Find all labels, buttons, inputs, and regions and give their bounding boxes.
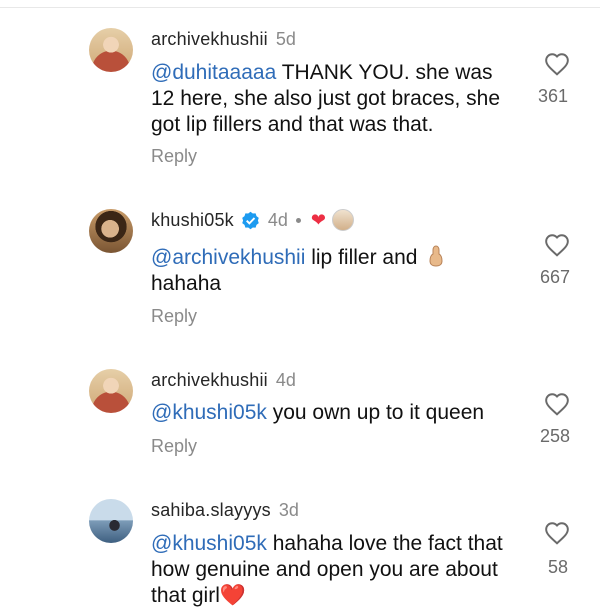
timestamp: 3d bbox=[278, 500, 299, 520]
comment-meta: sahiba.slayyys 3d bbox=[151, 499, 299, 521]
like-count: 361 bbox=[538, 86, 569, 106]
comment-body: you own up to it queen bbox=[266, 401, 485, 424]
like-control[interactable] bbox=[527, 233, 587, 257]
timestamp: 5d bbox=[275, 29, 296, 49]
reply-button[interactable]: Reply bbox=[151, 306, 197, 327]
like-count: 258 bbox=[540, 426, 571, 446]
reply-button[interactable]: Reply bbox=[151, 146, 197, 167]
comment-text: @khushi05k hahaha love the fact that how… bbox=[151, 531, 521, 609]
heart-outline-icon[interactable] bbox=[527, 52, 587, 76]
like-count: 58 bbox=[548, 557, 569, 577]
timestamp: 4d bbox=[275, 370, 296, 390]
avatar[interactable] bbox=[89, 28, 133, 72]
comment-meta: archivekhushii 5d bbox=[151, 28, 296, 50]
like-control[interactable] bbox=[527, 521, 587, 545]
like-control[interactable] bbox=[527, 392, 587, 416]
comment-meta: khushi05k 4d ❤ bbox=[151, 209, 354, 231]
like-count: 667 bbox=[540, 267, 571, 287]
verified-badge-icon bbox=[241, 211, 260, 230]
comment-body-continued: hahaha bbox=[151, 272, 222, 295]
timestamp: 4d bbox=[267, 210, 288, 230]
red-heart-emoji-icon: ❤️ bbox=[219, 584, 247, 607]
username[interactable]: archivekhushii bbox=[151, 28, 268, 50]
mention-link[interactable]: @khushi05k bbox=[151, 532, 267, 555]
comment-text: @duhitaaaaa THANK YOU. she was 12 here, … bbox=[151, 60, 521, 138]
separator-dot bbox=[295, 217, 301, 223]
comment-meta: archivekhushii 4d bbox=[151, 369, 296, 391]
creator-avatar bbox=[331, 209, 354, 231]
mention-link[interactable]: @duhitaaaaa bbox=[151, 61, 276, 84]
avatar[interactable] bbox=[89, 209, 133, 253]
heart-outline-icon[interactable] bbox=[527, 521, 587, 545]
username[interactable]: sahiba.slayyys bbox=[151, 499, 271, 521]
mention-link[interactable]: @archivekhushii bbox=[151, 246, 305, 269]
avatar[interactable] bbox=[89, 369, 133, 413]
red-heart-icon: ❤ bbox=[310, 210, 326, 230]
like-control[interactable] bbox=[527, 52, 587, 76]
pinched-fingers-emoji-icon bbox=[427, 245, 445, 267]
comment-text: @khushi05k you own up to it queen bbox=[151, 400, 521, 426]
heart-outline-icon[interactable] bbox=[527, 233, 587, 257]
heart-outline-icon[interactable] bbox=[527, 392, 587, 416]
mention-link[interactable]: @khushi05k bbox=[151, 401, 267, 424]
reply-button[interactable]: Reply bbox=[151, 436, 197, 457]
comment-text: @archivekhushii lip filler and hahaha bbox=[151, 245, 521, 297]
username[interactable]: khushi05k bbox=[151, 209, 234, 231]
username[interactable]: archivekhushii bbox=[151, 369, 268, 391]
comment-body: lip filler and bbox=[305, 246, 424, 269]
top-divider bbox=[0, 7, 600, 8]
avatar[interactable] bbox=[89, 499, 133, 543]
